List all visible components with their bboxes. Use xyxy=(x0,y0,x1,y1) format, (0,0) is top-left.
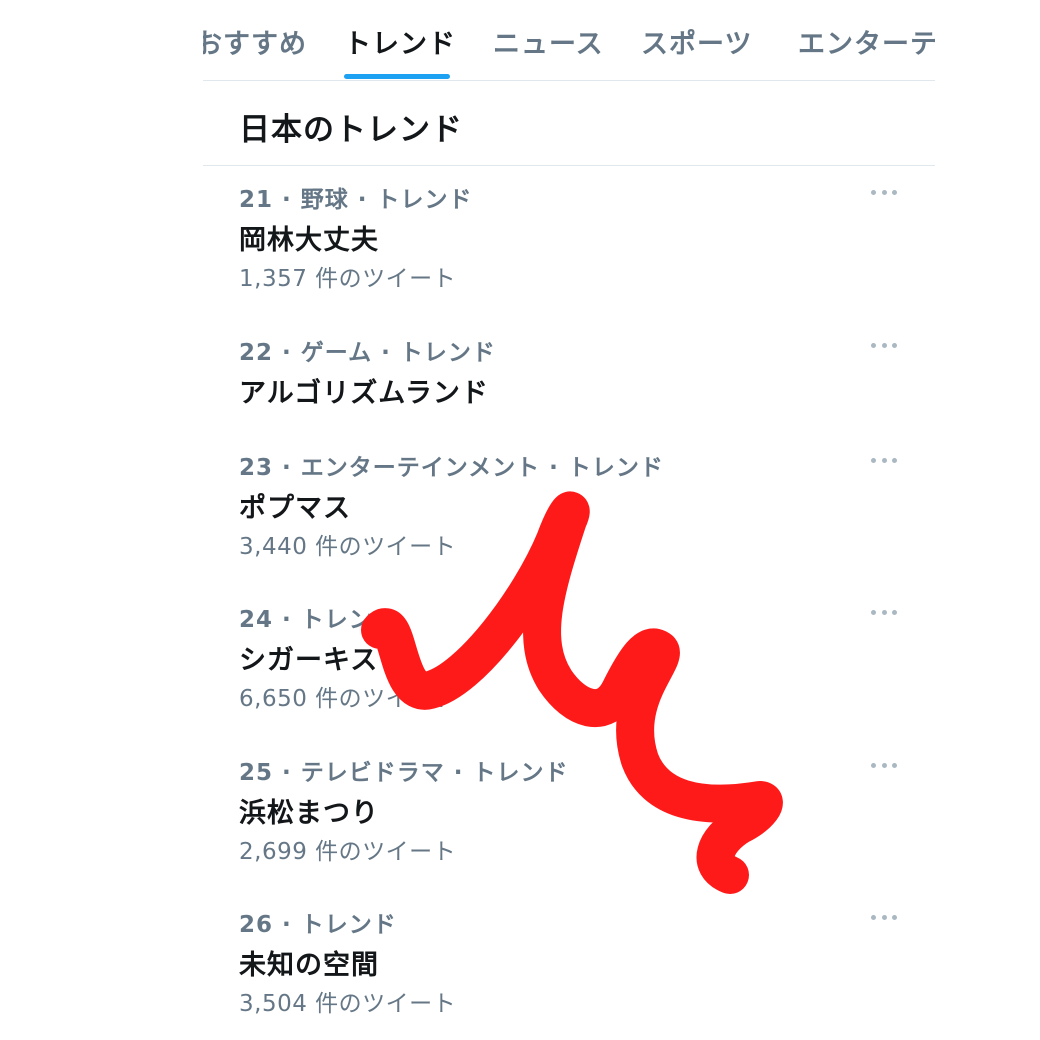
tab-trends[interactable]: トレンド xyxy=(344,22,456,80)
more-options-icon[interactable] xyxy=(871,907,897,927)
trend-meta: 26 · トレンド xyxy=(239,912,397,938)
trend-item[interactable]: 22 · ゲーム · トレンド アルゴリズムランド xyxy=(203,333,935,423)
more-options-icon[interactable] xyxy=(871,182,897,202)
trends-panel: おすすめ トレンド ニュース スポーツ エンターテ 日本のトレンド 21 · 野… xyxy=(203,0,935,1040)
tab-recommended[interactable]: おすすめ xyxy=(203,22,307,80)
more-options-icon[interactable] xyxy=(871,755,897,775)
section-title: 日本のトレンド xyxy=(239,112,463,148)
trend-tweet-count: 3,504 件のツイート xyxy=(239,991,457,1017)
trend-meta: 23 · エンターテインメント · トレンド xyxy=(239,455,664,481)
trend-tweet-count: 1,357 件のツイート xyxy=(239,266,457,292)
tab-bar: おすすめ トレンド ニュース スポーツ エンターテ xyxy=(203,0,935,81)
trend-meta: 24 · トレンド xyxy=(239,607,397,633)
trend-name: シガーキス xyxy=(239,645,379,676)
trend-item[interactable]: 24 · トレンド シガーキス 6,650 件のツイート xyxy=(203,600,935,730)
trend-item[interactable]: 21 · 野球 · トレンド 岡林大丈夫 1,357 件のツイート xyxy=(203,180,935,310)
active-tab-indicator xyxy=(344,74,450,79)
trend-item[interactable]: 23 · エンターテインメント · トレンド ポプマス 3,440 件のツイート xyxy=(203,448,935,578)
trend-tweet-count: 3,440 件のツイート xyxy=(239,534,457,560)
trend-tweet-count: 6,650 件のツイート xyxy=(239,686,457,712)
trend-name: ポプマス xyxy=(239,493,351,524)
more-options-icon[interactable] xyxy=(871,450,897,470)
trend-name: 岡林大丈夫 xyxy=(239,225,379,256)
trend-name: アルゴリズムランド xyxy=(239,378,489,409)
trend-meta: 21 · 野球 · トレンド xyxy=(239,187,473,213)
trend-meta: 22 · ゲーム · トレンド xyxy=(239,340,496,366)
trend-name: 浜松まつり xyxy=(239,798,379,829)
trend-name: 未知の空間 xyxy=(239,950,379,981)
divider xyxy=(203,165,935,166)
trend-item[interactable]: 26 · トレンド 未知の空間 3,504 件のツイート xyxy=(203,905,935,1035)
tab-sports[interactable]: スポーツ xyxy=(641,22,752,80)
trend-tweet-count: 2,699 件のツイート xyxy=(239,839,457,865)
tab-entertainment[interactable]: エンターテ xyxy=(798,22,935,80)
more-options-icon[interactable] xyxy=(871,335,897,355)
trend-meta: 25 · テレビドラマ · トレンド xyxy=(239,760,569,786)
more-options-icon[interactable] xyxy=(871,602,897,622)
tab-news[interactable]: ニュース xyxy=(493,22,604,80)
trend-item[interactable]: 25 · テレビドラマ · トレンド 浜松まつり 2,699 件のツイート xyxy=(203,753,935,883)
